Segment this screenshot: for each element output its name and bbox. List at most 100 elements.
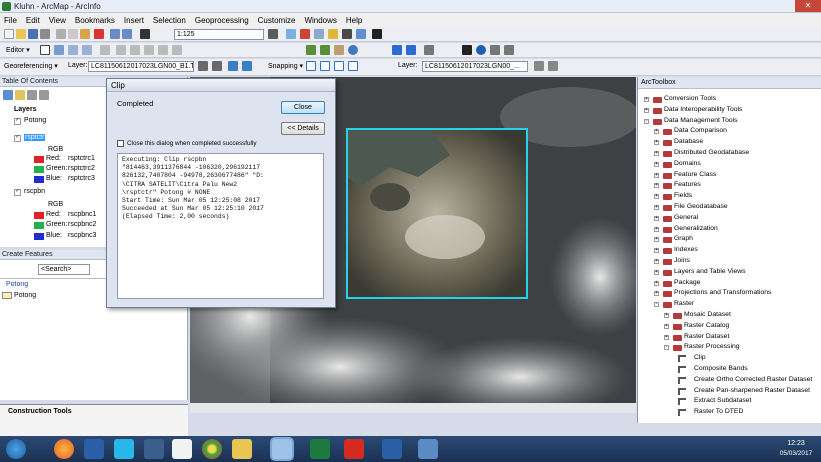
menu-windows[interactable]: Windows [304, 16, 336, 25]
toolbox-item[interactable]: Mosaic Dataset [684, 311, 731, 318]
redo-icon[interactable] [122, 29, 132, 39]
menu-edit[interactable]: Edit [26, 16, 40, 25]
toc-layers-root[interactable]: Layers [14, 106, 37, 113]
close-on-complete-checkbox[interactable] [117, 140, 124, 147]
toolbox-item[interactable]: Raster Processing [684, 343, 740, 350]
list-by-drawing-order-icon[interactable] [3, 90, 13, 100]
clock-date[interactable]: 05/03/2017 [774, 450, 818, 457]
excel-icon[interactable] [310, 439, 330, 459]
expand-toggle-icon[interactable]: + [654, 237, 659, 243]
rotate-icon[interactable] [198, 61, 208, 71]
details-button[interactable]: << Details [281, 122, 325, 135]
menu-file[interactable]: File [4, 16, 17, 25]
georeferencing-menu[interactable]: Georeferencing ▾ [4, 62, 58, 70]
expand-toggle-icon[interactable]: - [664, 345, 669, 351]
toolbox-item[interactable]: Database [674, 138, 703, 145]
layer-visibility-checkbox[interactable]: ✓ [14, 189, 21, 196]
cut-icon[interactable] [56, 29, 66, 39]
view-link-table-icon[interactable] [242, 61, 252, 71]
straight-segment-icon[interactable] [54, 45, 64, 55]
layer-rgb[interactable]: RGB [48, 201, 63, 208]
explorer-icon[interactable] [232, 439, 252, 459]
expand-toggle-icon[interactable]: - [654, 302, 659, 308]
whats-this-icon[interactable] [372, 29, 382, 39]
open-folder-icon[interactable] [16, 29, 26, 39]
list-by-source-icon[interactable] [15, 90, 25, 100]
template-item-potong[interactable]: Potong [14, 292, 36, 299]
media-player-icon[interactable] [144, 439, 164, 459]
flicker-icon[interactable] [548, 61, 558, 71]
delete-icon[interactable] [94, 29, 104, 39]
toolbox-item[interactable]: Data Interoperability Tools [664, 106, 742, 113]
full-extent-icon[interactable] [348, 45, 358, 55]
close-button[interactable]: Close [281, 101, 325, 114]
zoom-out-icon[interactable] [320, 45, 330, 55]
split-tool-icon[interactable] [116, 45, 126, 55]
rotate-tool-icon[interactable] [130, 45, 140, 55]
list-by-visibility-icon[interactable] [27, 90, 37, 100]
toolbox-item[interactable]: Generalization [674, 225, 718, 232]
expand-toggle-icon[interactable]: + [654, 151, 659, 156]
expand-toggle-icon[interactable]: + [654, 259, 659, 264]
expand-toggle-icon[interactable]: + [654, 172, 659, 178]
toolbox-item[interactable]: Indexes [674, 246, 698, 253]
georef-layer-select[interactable]: LC81150612017023LGN00_B1.TIF [88, 61, 194, 72]
measure-icon[interactable] [504, 45, 514, 55]
toolbox-item[interactable]: Distributed Geodatabase [674, 149, 749, 156]
layer-visibility-checkbox[interactable]: ✓ [14, 118, 21, 125]
print-icon[interactable] [40, 29, 50, 39]
sketch-properties-icon[interactable] [158, 45, 168, 55]
python-window-icon[interactable] [342, 29, 352, 39]
layer-rgb[interactable]: RGB [48, 146, 63, 153]
close-window-button[interactable]: ✕ [795, 0, 821, 12]
vertex-snapping-icon[interactable] [334, 61, 344, 71]
firefox-icon[interactable] [54, 439, 74, 459]
arctoolbox-icon[interactable] [300, 29, 310, 39]
toolbox-item[interactable]: Raster [674, 300, 694, 307]
toolbox-item[interactable]: Package [674, 279, 700, 286]
toolbox-item[interactable]: Data Management Tools [664, 117, 738, 124]
select-features-icon[interactable] [424, 45, 434, 55]
menu-geoprocessing[interactable]: Geoprocessing [195, 16, 249, 25]
expand-toggle-icon[interactable]: + [654, 248, 659, 254]
menu-customize[interactable]: Customize [258, 16, 296, 25]
toolbox-item[interactable]: Data Comparison [674, 127, 727, 134]
clock-time[interactable]: 12:23 [774, 440, 818, 447]
table-of-contents-icon[interactable] [286, 29, 296, 39]
search-window-icon[interactable] [328, 29, 338, 39]
attributes-icon[interactable] [144, 45, 154, 55]
endpoint-arc-icon[interactable] [68, 45, 78, 55]
trace-icon[interactable] [82, 45, 92, 55]
map-scrollbar[interactable] [190, 403, 636, 413]
toolbox-item[interactable]: Feature Class [674, 171, 716, 178]
toolbox-item[interactable]: Joins [674, 257, 690, 264]
expand-toggle-icon[interactable]: + [654, 205, 659, 210]
start-button-icon[interactable] [6, 439, 26, 459]
layer-potong[interactable]: Potong [24, 117, 46, 124]
edge-snapping-icon[interactable] [348, 61, 358, 71]
identify-icon[interactable] [476, 45, 486, 55]
arcmap-taskbar-icon[interactable] [272, 439, 292, 459]
menu-bookmarks[interactable]: Bookmarks [75, 16, 115, 25]
expand-toggle-icon[interactable]: + [644, 107, 649, 113]
model-builder-icon[interactable] [356, 29, 366, 39]
acrobat-icon[interactable] [344, 439, 364, 459]
pan-icon[interactable] [334, 45, 344, 55]
shift-icon[interactable] [212, 61, 222, 71]
catalog-icon[interactable] [314, 29, 324, 39]
expand-toggle-icon[interactable]: + [654, 226, 659, 232]
word-doc-icon[interactable] [382, 439, 402, 459]
create-features-icon[interactable] [172, 45, 182, 55]
toolbox-item[interactable]: Conversion Tools [664, 95, 716, 102]
toolbox-item[interactable]: Graph [674, 235, 693, 242]
toolbox-item[interactable]: Raster Catalog [684, 322, 729, 329]
menu-selection[interactable]: Selection [153, 16, 186, 25]
toolbox-item[interactable]: Create Ortho Corrected Raster Dataset [694, 376, 812, 383]
toolbox-item[interactable]: Raster To DTED [694, 408, 743, 415]
expand-toggle-icon[interactable]: + [654, 183, 659, 189]
expand-toggle-icon[interactable]: + [654, 129, 659, 135]
expand-toggle-icon[interactable]: + [654, 269, 659, 275]
snapping-menu[interactable]: Snapping ▾ [268, 62, 303, 70]
layer-rscpbn[interactable]: rscpbn [24, 188, 45, 195]
toolbox-item[interactable]: Domains [674, 160, 701, 167]
